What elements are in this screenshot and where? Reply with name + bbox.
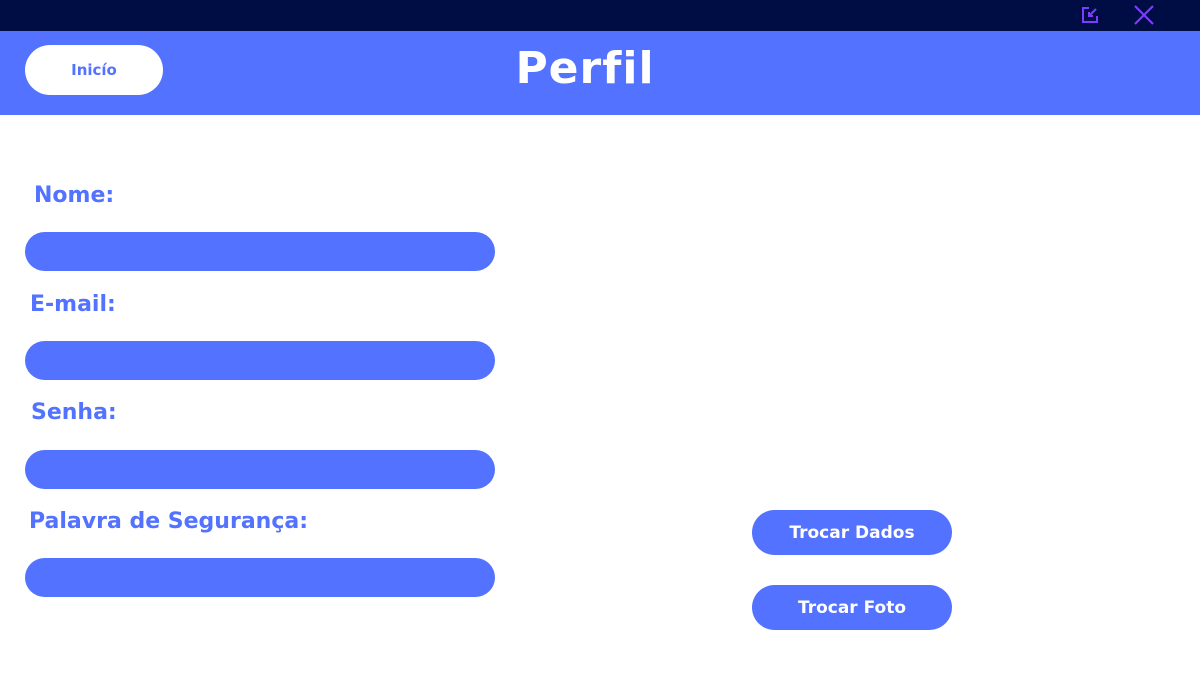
name-label: Nome: [34,183,115,208]
page-header: Inicío Perfil [0,31,1200,115]
page-title: Perfil [0,43,1200,94]
name-field[interactable] [25,232,495,271]
security-word-field[interactable] [25,558,495,597]
email-label: E-mail: [30,292,116,317]
security-word-label: Palavra de Segurança: [29,509,309,534]
password-field[interactable] [25,450,495,489]
minimize-button[interactable] [1078,3,1102,27]
close-window-button[interactable] [1132,3,1156,27]
change-data-button[interactable]: Trocar Dados [752,510,952,555]
password-label: Senha: [31,400,117,425]
change-photo-button[interactable]: Trocar Foto [752,585,952,630]
page-title-text: Perfil [515,43,655,94]
close-icon [1134,5,1154,25]
email-field[interactable] [25,341,495,380]
edit-square-icon [1082,7,1098,23]
window-titlebar [0,0,1200,31]
